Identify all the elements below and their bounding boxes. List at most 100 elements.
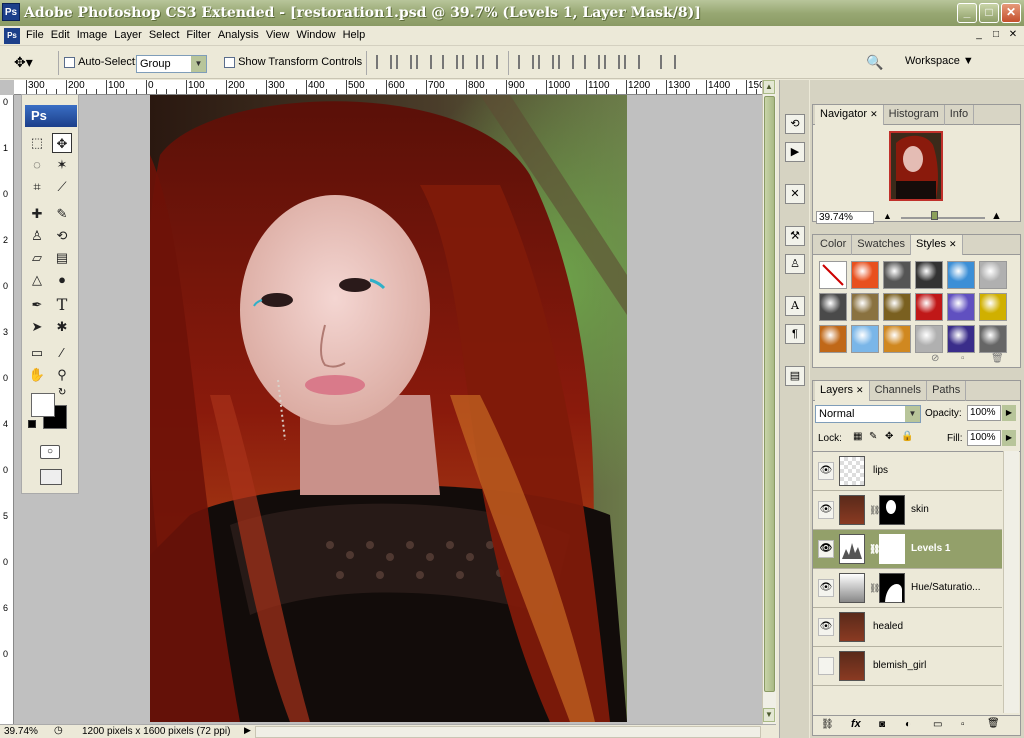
- swap-colors-icon[interactable]: ↻: [58, 387, 66, 398]
- style-swatch[interactable]: [947, 261, 975, 289]
- move-icon[interactable]: ✥: [52, 133, 72, 153]
- type-icon[interactable]: T: [52, 295, 72, 315]
- tool-presets-icon[interactable]: ✕: [785, 184, 805, 204]
- lock-transparency-icon[interactable]: ▦: [853, 431, 862, 442]
- doc-restore-button[interactable]: □: [989, 29, 1003, 42]
- new-style-icon[interactable]: ▫: [961, 353, 965, 364]
- layers-scrollbar[interactable]: [1003, 451, 1019, 713]
- style-swatch[interactable]: [947, 325, 975, 353]
- close-button[interactable]: ✕: [1001, 3, 1021, 23]
- lock-pixels-icon[interactable]: ✎: [869, 431, 877, 442]
- navigator-thumbnail[interactable]: [889, 131, 943, 201]
- style-swatch[interactable]: [851, 293, 879, 321]
- style-swatch[interactable]: [979, 261, 1007, 289]
- pen-icon[interactable]: ✒: [27, 295, 47, 315]
- align-right-icon[interactable]: [482, 55, 498, 69]
- opacity-field[interactable]: 100%: [967, 405, 1001, 421]
- zoom-slider-handle[interactable]: [931, 211, 938, 220]
- blend-mode-dropdown[interactable]: Normal ▼: [815, 405, 921, 423]
- eye-icon[interactable]: 👁: [818, 579, 834, 597]
- lock-position-icon[interactable]: ✥: [885, 431, 893, 442]
- style-swatch[interactable]: [947, 293, 975, 321]
- zoom-in-icon[interactable]: ▲: [991, 210, 1002, 222]
- layer-row-levels[interactable]: 👁 ⛓ Levels 1: [813, 530, 1002, 569]
- align-bottom-icon[interactable]: [416, 55, 432, 69]
- file-browser-icon[interactable]: 🔍: [866, 54, 883, 71]
- fx-icon[interactable]: fx: [851, 718, 861, 730]
- adjustment-icon[interactable]: ◐: [905, 719, 911, 730]
- style-swatch[interactable]: [915, 325, 943, 353]
- lock-all-icon[interactable]: 🔒: [901, 431, 913, 442]
- style-swatch[interactable]: [851, 325, 879, 353]
- menu-image[interactable]: Image: [77, 29, 115, 41]
- zoom-out-icon[interactable]: ▲: [883, 211, 892, 221]
- tab-info[interactable]: Info: [945, 105, 975, 125]
- tab-layers[interactable]: Layers ✕: [815, 381, 870, 401]
- distribute-right-icon[interactable]: [624, 55, 640, 69]
- navigator-zoom-field[interactable]: 39.74%: [816, 211, 874, 224]
- style-swatch[interactable]: [979, 325, 1007, 353]
- style-swatch[interactable]: [883, 261, 911, 289]
- slice-icon[interactable]: ⟋: [52, 177, 72, 197]
- mask-icon[interactable]: ◙: [879, 719, 885, 730]
- align-left-icon[interactable]: [442, 55, 458, 69]
- minimize-button[interactable]: _: [957, 3, 977, 23]
- tab-styles[interactable]: Styles ✕: [911, 235, 963, 255]
- tab-paths[interactable]: Paths: [927, 381, 967, 401]
- tab-color[interactable]: Color: [815, 235, 853, 255]
- status-zoom[interactable]: 39.74%: [4, 726, 38, 737]
- align-hcenter-icon[interactable]: [462, 55, 478, 69]
- layer-row-healed[interactable]: 👁 healed: [813, 608, 1002, 647]
- auto-align-layers-icon[interactable]: [660, 55, 676, 69]
- style-swatch[interactable]: [819, 293, 847, 321]
- trash-icon[interactable]: 🗑: [991, 353, 1004, 364]
- gradient-icon[interactable]: ▤: [52, 248, 72, 268]
- style-swatch[interactable]: [851, 261, 879, 289]
- new-layer-icon[interactable]: ▫: [961, 719, 965, 730]
- crop-icon[interactable]: ⌗: [27, 177, 47, 197]
- maximize-button[interactable]: □: [979, 3, 999, 23]
- default-colors-icon[interactable]: [28, 420, 36, 428]
- distribute-vcenter-icon[interactable]: [538, 55, 554, 69]
- menu-filter[interactable]: Filter: [186, 29, 217, 41]
- layer-row-blemish-girl[interactable]: 👁 blemish_girl: [813, 647, 1002, 686]
- scroll-thumb[interactable]: [764, 96, 775, 692]
- foreground-color-swatch[interactable]: [31, 393, 55, 417]
- menu-layer[interactable]: Layer: [114, 29, 149, 41]
- close-icon[interactable]: ✕: [870, 109, 878, 119]
- layer-mask-thumbnail[interactable]: [879, 495, 905, 525]
- workspace-button[interactable]: Workspace ▼: [905, 55, 974, 67]
- layer-row-lips[interactable]: 👁 lips: [813, 452, 1002, 491]
- clone-source-icon[interactable]: ♙: [785, 254, 805, 274]
- tab-swatches[interactable]: Swatches: [852, 235, 911, 255]
- menu-edit[interactable]: Edit: [51, 29, 77, 41]
- paragraph-panel-icon[interactable]: ¶: [785, 324, 805, 344]
- layer-row-hue-saturation[interactable]: 👁 ⛓ Hue/Saturatio...: [813, 569, 1002, 608]
- menu-window[interactable]: Window: [296, 29, 342, 41]
- vertical-ruler[interactable]: 0 1 0 2 0 3 0 4 0 5 0 6 0: [0, 95, 14, 724]
- horizontal-ruler[interactable]: 300 200 100 0 100 200 300 400 500 600 700 800 900 100…: [14, 80, 762, 95]
- move-tool-preset-icon[interactable]: ✥▾: [14, 54, 33, 71]
- layer-row-skin[interactable]: 👁 ⛓ skin: [813, 491, 1002, 530]
- fill-field[interactable]: 100%: [967, 430, 1001, 446]
- layer-comps-icon[interactable]: ▤: [785, 366, 805, 386]
- zoom-icon[interactable]: ⚲: [52, 365, 72, 385]
- style-swatch[interactable]: [915, 261, 943, 289]
- distribute-hcenter-icon[interactable]: [604, 55, 620, 69]
- clone-stamp-icon[interactable]: ♙: [27, 226, 47, 246]
- hand-icon[interactable]: ✋: [27, 365, 47, 385]
- eye-icon[interactable]: 👁: [818, 462, 834, 480]
- actions-panel-icon[interactable]: ▶: [785, 142, 805, 162]
- menu-help[interactable]: Help: [343, 29, 373, 41]
- character-panel-icon[interactable]: A: [785, 296, 805, 316]
- magic-wand-icon[interactable]: ✶: [52, 155, 72, 175]
- eye-icon[interactable]: 👁: [818, 501, 834, 519]
- trash-icon[interactable]: 🗑: [987, 718, 1000, 729]
- tab-histogram[interactable]: Histogram: [884, 105, 945, 125]
- history-panel-icon[interactable]: ⟲: [785, 114, 805, 134]
- no-style-icon[interactable]: ⊘: [931, 353, 939, 364]
- status-arrow-icon[interactable]: ▶: [244, 725, 251, 736]
- align-vcenter-icon[interactable]: [396, 55, 412, 69]
- close-icon[interactable]: ✕: [949, 239, 957, 249]
- blur-icon[interactable]: △: [27, 270, 47, 290]
